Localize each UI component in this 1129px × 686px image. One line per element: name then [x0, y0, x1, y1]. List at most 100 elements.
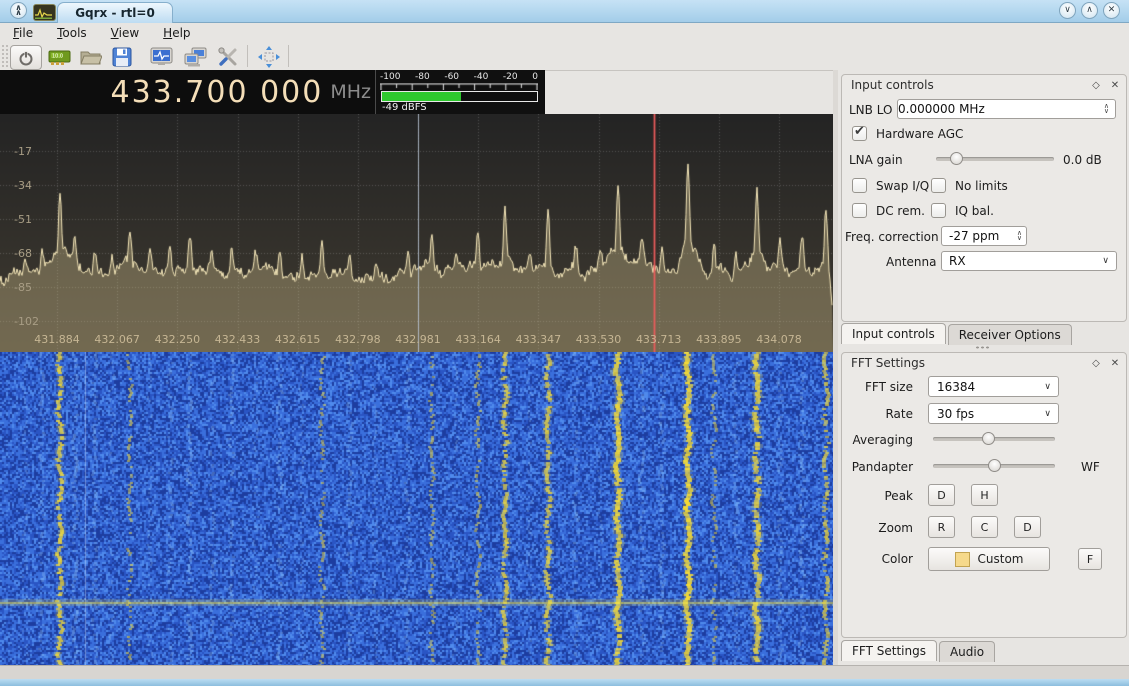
peak-h-button[interactable]: H: [971, 484, 998, 506]
zoom-r-button[interactable]: R: [928, 516, 955, 538]
frequency-display[interactable]: 433.700 000 MHz: [0, 70, 376, 114]
fft-size-combobox[interactable]: 16384 ∨: [928, 376, 1059, 397]
waterfall-display[interactable]: [0, 352, 833, 665]
lnb-lo-label: LNB LO: [849, 103, 892, 117]
antenna-combobox[interactable]: RX ∨: [941, 251, 1117, 271]
bottom-tab-fft-settings[interactable]: FFT Settings: [841, 640, 937, 661]
tuner-card-icon: 10.0: [48, 48, 71, 66]
spectrum-canvas[interactable]: [0, 114, 833, 352]
shade-button[interactable]: ∧∧: [10, 2, 27, 19]
db-axis-label: -17: [14, 145, 32, 158]
pan-view-button[interactable]: [257, 46, 281, 68]
fft-size-label: FFT size: [843, 380, 913, 394]
frequency-unit: MHz: [330, 81, 371, 103]
settings-tools-button[interactable]: [216, 46, 240, 68]
pandapter-label: Pandapter: [843, 460, 913, 474]
svg-text:10.0: 10.0: [52, 54, 63, 60]
spinbox-arrows-icon[interactable]: ∧∨: [1017, 231, 1026, 241]
rate-combobox[interactable]: 30 fps ∨: [928, 403, 1059, 424]
configure-io-devices-button[interactable]: 10.0: [47, 46, 71, 68]
freq-correction-spinbox[interactable]: -27 ppm ∧∨: [941, 226, 1027, 246]
meter-readout: -49 dBFS: [382, 102, 427, 113]
power-button[interactable]: [10, 45, 42, 70]
statusbar: [0, 665, 1129, 680]
wf-label: WF: [1081, 460, 1100, 474]
top-dock-tabbar: Input controlsReceiver Options: [841, 324, 1072, 345]
waterfall-canvas[interactable]: [0, 352, 833, 665]
signal-meter: -100-80-60-40-200 -49 dBFS: [376, 70, 544, 114]
dc-rem-label: DC rem.: [876, 204, 925, 218]
db-axis-label: -68: [14, 247, 32, 260]
no-limits-checkbox[interactable]: [931, 178, 946, 193]
top-tab-receiver-options[interactable]: Receiver Options: [948, 324, 1072, 345]
dock-float-button[interactable]: ◇: [1089, 356, 1103, 370]
save-floppy-icon: [112, 47, 132, 67]
remote-control-button[interactable]: [184, 46, 208, 68]
dock-splitter-handle[interactable]: [975, 346, 991, 349]
hardware-agc-label: Hardware AGC: [876, 127, 963, 141]
open-file-button[interactable]: [79, 46, 103, 68]
no-limits-label: No limits: [955, 179, 1008, 193]
spectrum-plot[interactable]: -17-34-51-68-85-102 431.884432.067432.25…: [0, 114, 833, 352]
bottom-tab-audio[interactable]: Audio: [939, 641, 995, 662]
close-icon: ✕: [1111, 358, 1119, 369]
networked-computers-icon: [184, 47, 208, 68]
top-tab-input-controls[interactable]: Input controls: [841, 323, 946, 344]
maximize-button[interactable]: ∧: [1081, 2, 1098, 19]
toolbar-separator: [288, 45, 289, 67]
menu-item-view[interactable]: View: [106, 25, 144, 41]
dock-close-button[interactable]: ✕: [1108, 78, 1122, 92]
fullscreen-button[interactable]: F: [1078, 548, 1102, 570]
iq-bal-label: IQ bal.: [955, 204, 994, 218]
meter-bar-fill: [382, 92, 461, 101]
float-icon: ◇: [1092, 80, 1100, 91]
fft-settings-title: FFT Settings: [851, 356, 925, 370]
chevron-down-icon: ∨: [1064, 6, 1071, 15]
open-folder-icon: [80, 48, 102, 66]
dc-rem-checkbox[interactable]: [852, 203, 867, 218]
window-title-tab[interactable]: Gqrx - rtl=0: [57, 2, 173, 23]
spinbox-arrows-icon[interactable]: ∧∨: [1104, 104, 1113, 114]
freq-axis-label: 432.798: [335, 333, 381, 346]
save-file-button[interactable]: [110, 46, 134, 68]
menubar: File Tools View Help: [0, 23, 1129, 42]
color-label: Color: [843, 552, 913, 566]
pandapter-wf-slider[interactable]: [933, 459, 1055, 472]
dock-close-button[interactable]: ✕: [1108, 356, 1122, 370]
meter-bar: [381, 91, 538, 102]
meter-tick-label: -40: [474, 72, 489, 82]
lna-gain-value: 0.0 dB: [1063, 153, 1102, 167]
window-bottom-edge: [0, 679, 1129, 686]
toolbar-drag-handle[interactable]: [1, 44, 8, 68]
dock-float-button[interactable]: ◇: [1089, 78, 1103, 92]
averaging-slider[interactable]: [933, 432, 1055, 445]
minimize-button[interactable]: ∨: [1059, 2, 1076, 19]
frequency-value[interactable]: 433.700 000: [110, 75, 323, 110]
chevron-up-icon: ∧: [1086, 6, 1093, 15]
menu-item-file[interactable]: File: [8, 25, 38, 41]
color-swatch: [955, 552, 970, 567]
zoom-c-button[interactable]: C: [971, 516, 998, 538]
color-custom-button[interactable]: Custom: [928, 547, 1050, 571]
chevron-down-icon: ∨: [1102, 256, 1116, 266]
fullscreen-button-label: F: [1087, 553, 1093, 566]
menu-item-tools[interactable]: Tools: [52, 25, 92, 41]
lnb-lo-spinbox[interactable]: 0.000000 MHz ∧∨: [897, 99, 1116, 119]
db-axis-label: -51: [14, 213, 32, 226]
close-button[interactable]: ✕: [1103, 2, 1120, 19]
peak-d-button[interactable]: D: [928, 484, 955, 506]
swap-iq-checkbox[interactable]: [852, 178, 867, 193]
freq-axis-label: 433.895: [696, 333, 742, 346]
titlebar: ∧∧ Gqrx - rtl=0 ∨ ∧ ✕: [0, 0, 1129, 23]
hardware-agc-checkbox[interactable]: [852, 126, 867, 141]
crossed-tools-icon: [217, 46, 239, 68]
lna-gain-slider[interactable]: [936, 152, 1054, 165]
meter-tick-label: -60: [444, 72, 459, 82]
frequency-block: 433.700 000 MHz -100-80-60-40-200 -49 dB…: [0, 70, 545, 114]
gqrx-app-icon: [33, 4, 56, 21]
start-dsp-button[interactable]: [149, 46, 173, 68]
zoom-d-button[interactable]: D: [1014, 516, 1041, 538]
iq-bal-checkbox[interactable]: [931, 203, 946, 218]
freq-axis-label: 432.981: [395, 333, 441, 346]
menu-item-help[interactable]: Help: [158, 25, 195, 41]
